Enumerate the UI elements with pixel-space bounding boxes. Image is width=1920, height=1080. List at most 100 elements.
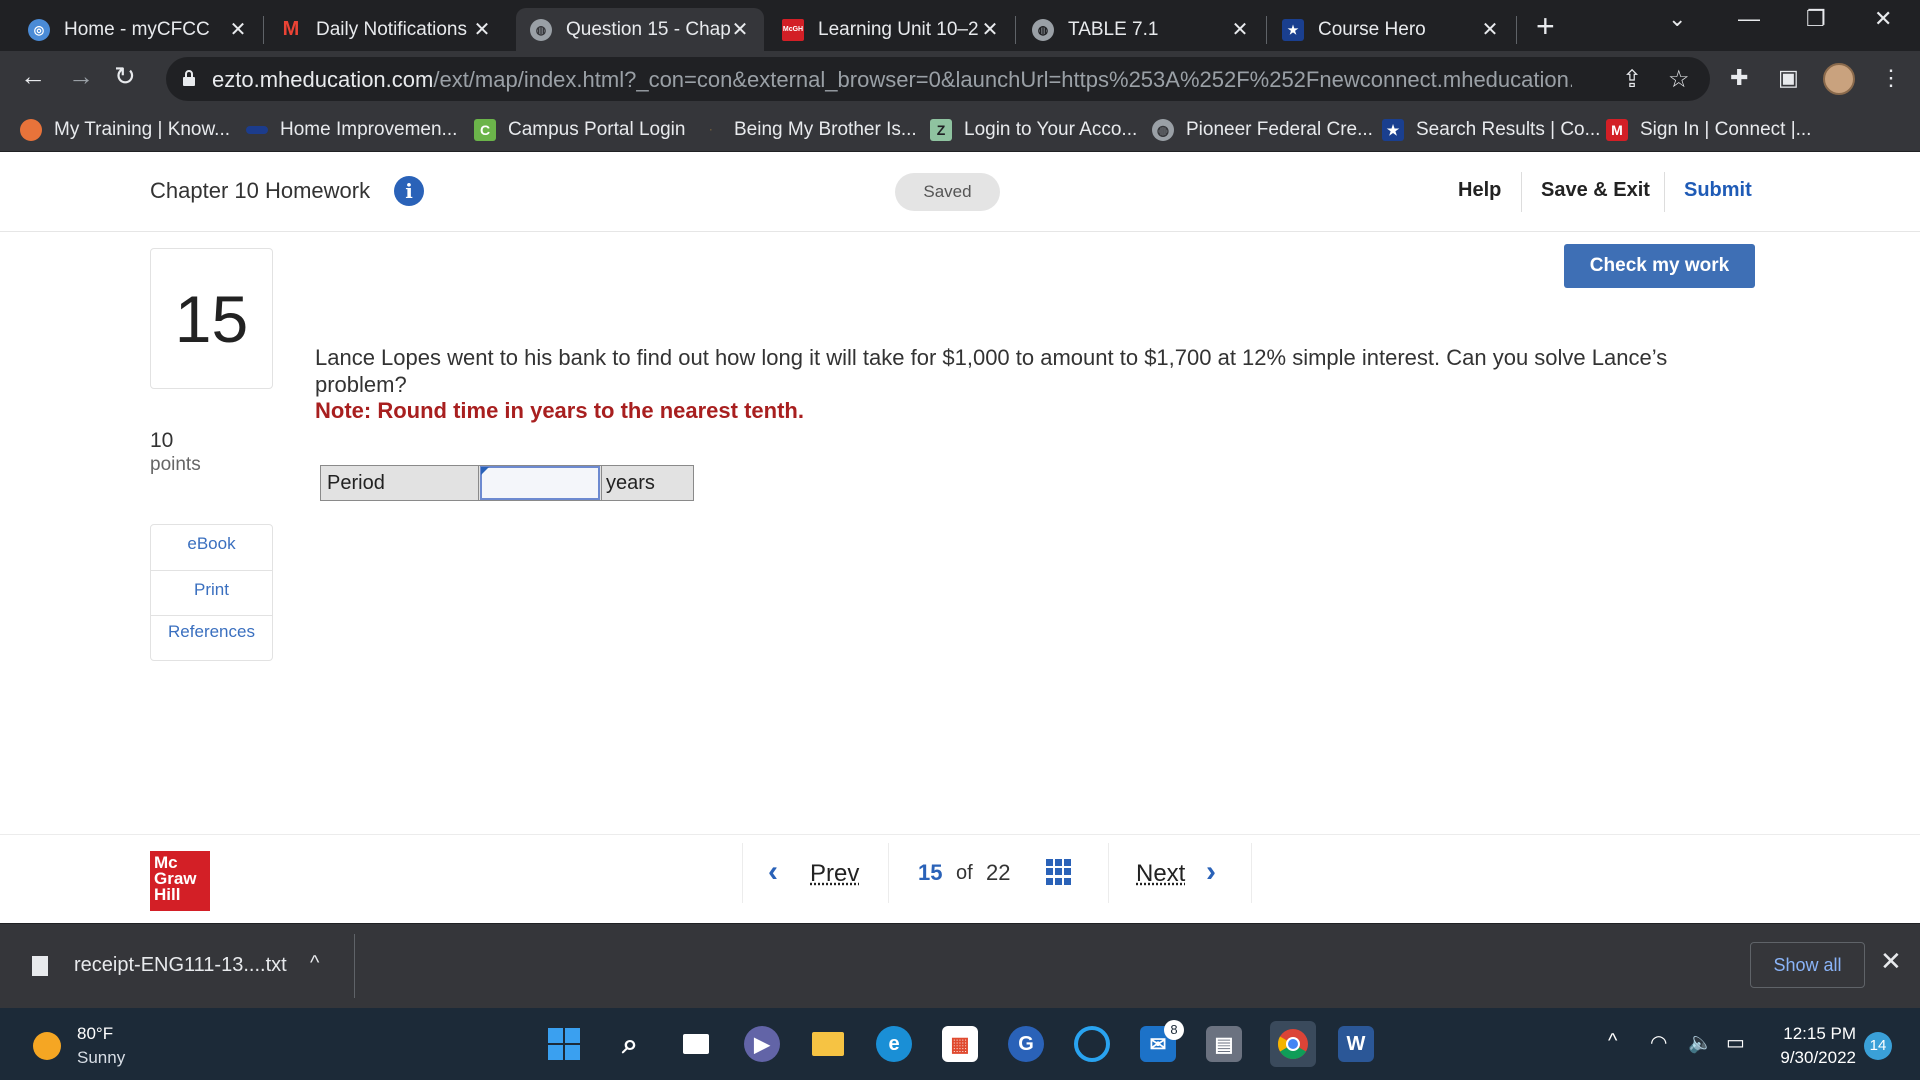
pager-divider (742, 843, 743, 903)
url-path: /ext/map/index.html?_con=con&external_br… (433, 67, 1572, 92)
download-divider (354, 934, 355, 998)
close-tab-icon[interactable]: ✕ (472, 17, 492, 42)
chevron-left-icon[interactable]: ‹ (768, 855, 778, 889)
bookmark-item[interactable]: ◍ Pioneer Federal Cre... (1152, 115, 1373, 145)
submit-link[interactable]: Submit (1684, 179, 1752, 202)
chevron-up-icon[interactable]: ^ (310, 952, 319, 975)
close-tab-icon[interactable]: ✕ (980, 17, 1000, 42)
notification-badge[interactable]: 14 (1864, 1032, 1892, 1060)
download-bar: receipt-ENG111-13....txt ^ Show all ✕ (0, 923, 1920, 1008)
points-value: 10 (150, 429, 174, 452)
close-tab-icon[interactable]: ✕ (228, 17, 248, 42)
bookmark-item[interactable]: My Training | Know... (20, 115, 230, 145)
bookmark-item[interactable]: Home Improvemen... (246, 115, 457, 145)
back-arrow-icon[interactable]: ← (20, 61, 46, 92)
weather-condition[interactable]: Sunny (77, 1048, 125, 1068)
bookmark-label: Home Improvemen... (280, 119, 458, 140)
teams-chat-icon[interactable]: ▶ (744, 1026, 780, 1062)
mail-badge: 8 (1164, 1020, 1184, 1040)
side-panel-icon[interactable]: ▣ (1778, 65, 1799, 91)
battery-icon[interactable]: ▭ (1726, 1030, 1745, 1055)
menu-kebab-icon[interactable]: ⋮ (1880, 65, 1902, 91)
pager-divider (1108, 843, 1109, 903)
saved-status-badge: Saved (895, 173, 1000, 211)
restore-icon[interactable]: ❐ (1806, 6, 1826, 32)
check-my-work-button[interactable]: Check my work (1564, 244, 1755, 288)
ebook-link[interactable]: eBook (151, 534, 272, 554)
tab-title: Question 15 - Chap (566, 18, 730, 40)
bookmark-item[interactable]: ★ Search Results | Co... (1382, 115, 1600, 145)
new-tab-plus-icon[interactable]: + (1536, 10, 1555, 42)
header-divider (1521, 172, 1522, 212)
clock-date[interactable]: 9/30/2022 (1770, 1048, 1856, 1068)
references-link[interactable]: References (151, 622, 272, 642)
weather-temperature[interactable]: 80°F (77, 1024, 113, 1044)
tab-title: Course Hero (1318, 18, 1426, 40)
text-file-icon (32, 956, 48, 976)
mcgraw-hill-icon: McGH (782, 18, 804, 41)
bookmark-item[interactable]: Z Login to Your Acco... (930, 115, 1137, 145)
question-grid-icon[interactable] (1046, 859, 1072, 885)
help-link[interactable]: Help (1458, 179, 1501, 202)
save-exit-link[interactable]: Save & Exit (1541, 179, 1650, 202)
cortana-icon[interactable] (1074, 1026, 1110, 1062)
question-number: 15 (150, 248, 273, 389)
chrome-icon[interactable] (1270, 1021, 1316, 1067)
app-icon[interactable]: G (1008, 1026, 1044, 1062)
tab-search-chevron-icon[interactable]: ⌄ (1668, 6, 1686, 32)
file-explorer-icon[interactable] (810, 1026, 846, 1062)
tab-daily-notifications[interactable]: M Daily Notifications ✕ (266, 8, 506, 51)
word-icon[interactable]: W (1338, 1026, 1374, 1062)
microsoft-store-icon[interactable]: ▦ (942, 1026, 978, 1062)
close-tab-icon[interactable]: ✕ (730, 17, 750, 42)
tab-question-15[interactable]: ◍ Question 15 - Chap ✕ (516, 8, 764, 51)
browser-toolbar: ← → ↻ ezto.mheducation.com/ext/map/index… (0, 51, 1920, 107)
edge-icon[interactable]: e (876, 1026, 912, 1062)
training-icon (20, 119, 42, 141)
windows-start-icon[interactable] (546, 1026, 582, 1062)
info-icon[interactable]: i (394, 176, 424, 206)
globe-icon: ◍ (530, 18, 552, 41)
close-tab-icon[interactable]: ✕ (1480, 17, 1500, 42)
tab-home-mycfcc[interactable]: ◎ Home - myCFCC ✕ (14, 8, 262, 51)
clock-time[interactable]: 12:15 PM (1780, 1024, 1856, 1044)
period-answer-input[interactable] (480, 466, 600, 500)
windows-taskbar: 80°F Sunny ⌕ ▶ e ▦ G ✉ 8 ▤ W ^ ◠ 🔈 ▭ 12:… (0, 1008, 1920, 1080)
globe-icon: ◍ (1032, 18, 1054, 41)
calculator-icon[interactable]: ▤ (1206, 1026, 1242, 1062)
share-icon[interactable]: ⇪ (1622, 65, 1642, 94)
show-hidden-icons-chevron[interactable]: ^ (1608, 1030, 1617, 1053)
sun-icon[interactable] (33, 1032, 61, 1060)
tab-course-hero[interactable]: ★ Course Hero ✕ (1268, 8, 1514, 51)
bookmark-item[interactable]: M Sign In | Connect |... (1606, 115, 1811, 145)
period-label: Period (321, 466, 479, 500)
search-icon[interactable]: ⌕ (612, 1026, 648, 1062)
next-button[interactable]: Next (1136, 860, 1185, 888)
reload-icon[interactable]: ↻ (114, 61, 136, 92)
minimize-icon[interactable]: — (1738, 6, 1760, 32)
bookmark-item[interactable]: · Being My Brother Is... (700, 115, 916, 145)
globe-icon: ◍ (1152, 119, 1174, 141)
close-tab-icon[interactable]: ✕ (1230, 17, 1250, 42)
logo-line: Hill (154, 885, 181, 904)
show-all-button[interactable]: Show all (1750, 942, 1865, 988)
prev-button[interactable]: Prev (810, 860, 859, 888)
profile-avatar[interactable] (1823, 63, 1855, 95)
answer-table: Period years (320, 465, 694, 501)
task-view-icon[interactable] (678, 1026, 714, 1062)
chevron-right-icon[interactable]: › (1206, 855, 1216, 889)
forward-arrow-icon[interactable]: → (68, 61, 94, 92)
volume-muted-icon[interactable]: 🔈 (1688, 1030, 1713, 1055)
bookmark-item[interactable]: C Campus Portal Login (474, 115, 685, 145)
window-close-icon[interactable]: ✕ (1874, 6, 1892, 32)
tab-learning-unit[interactable]: McGH Learning Unit 10–2 ✕ (768, 8, 1014, 51)
wifi-icon[interactable]: ◠ (1650, 1030, 1667, 1055)
address-bar[interactable]: ezto.mheducation.com/ext/map/index.html?… (166, 57, 1710, 101)
extensions-puzzle-icon[interactable]: ✚ (1730, 65, 1748, 91)
bookmark-star-icon[interactable]: ☆ (1668, 65, 1690, 94)
assignment-page: Chapter 10 Homework i Saved Help Save & … (0, 152, 1920, 925)
tab-table-7-1[interactable]: ◍ TABLE 7.1 ✕ (1018, 8, 1264, 51)
print-link[interactable]: Print (151, 580, 272, 600)
close-download-bar-icon[interactable]: ✕ (1880, 946, 1902, 977)
download-file-name[interactable]: receipt-ENG111-13....txt (74, 954, 287, 977)
